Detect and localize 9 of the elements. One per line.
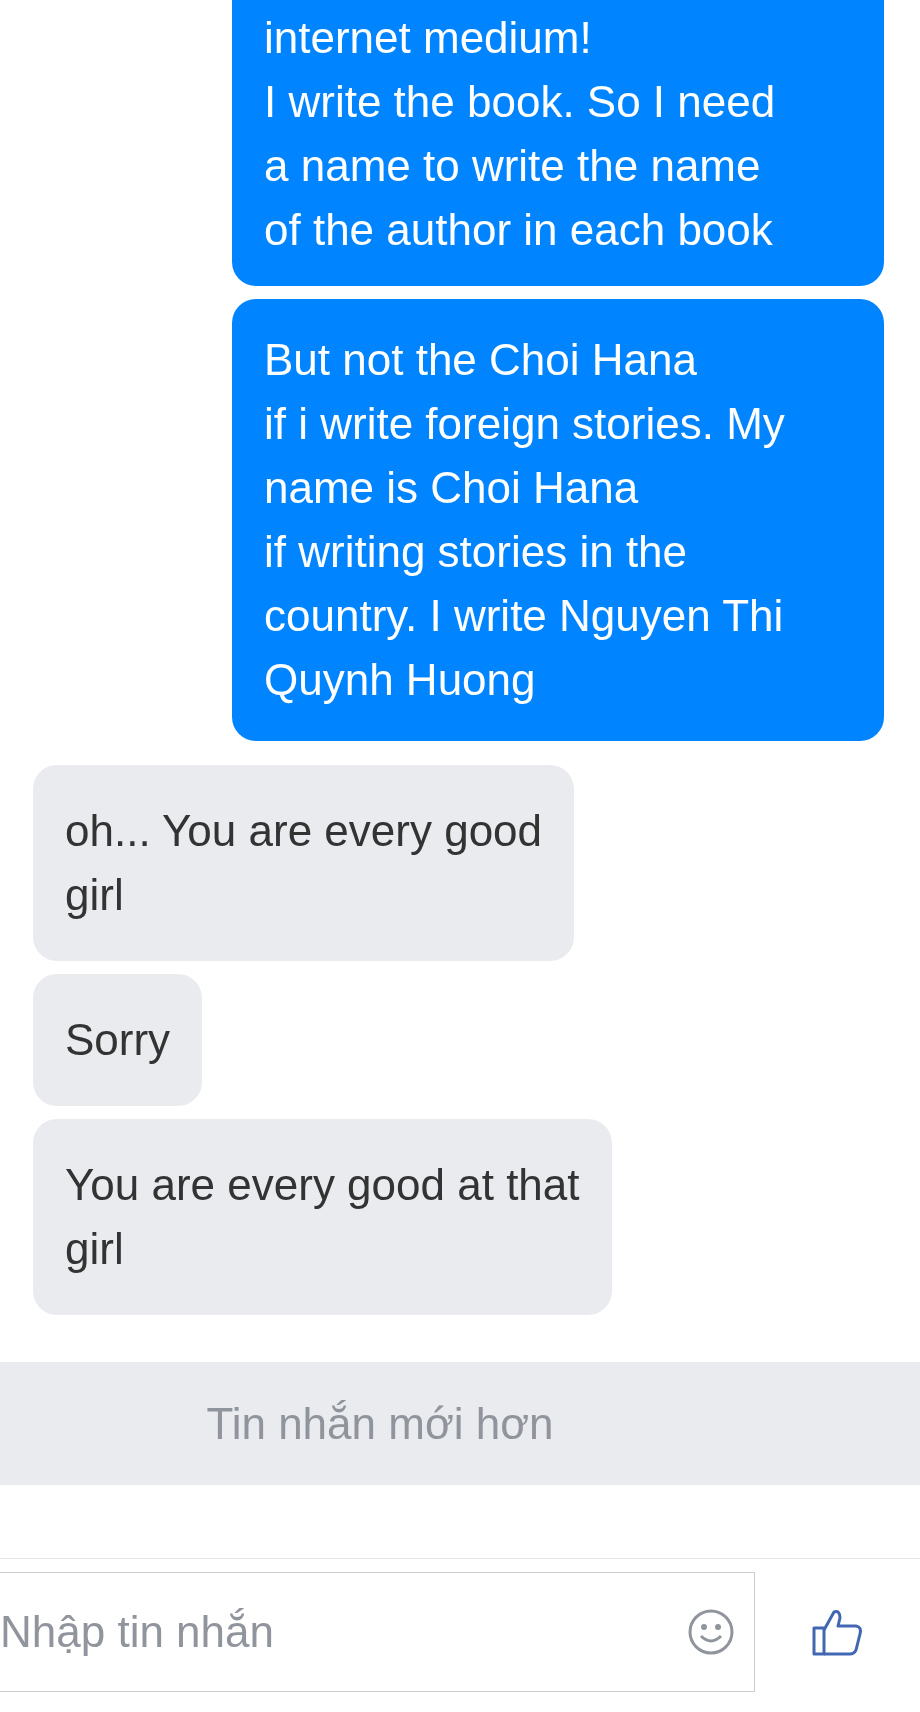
message-bubble: internet medium! I write the book. So I need a name to write the name of the author in each book [232, 0, 884, 286]
message-bubble: You are every good at that girl [33, 1119, 612, 1315]
message-bubble: oh... You are every good girl [33, 765, 575, 961]
smiley-icon[interactable] [687, 1608, 735, 1656]
message-bubble: But not the Choi Hana if i write foreign stories. My name is Choi Hana if writing stories in the country. I write Nguyen Thi Quynh Huong [232, 299, 884, 741]
message-bubble: Sorry [33, 974, 203, 1106]
message-input-field[interactable]: Nhập tin nhắn [0, 1572, 755, 1692]
thumbs-up-icon[interactable] [811, 1608, 864, 1656]
newer-messages-banner[interactable]: Tin nhắn mới hơn [0, 1362, 920, 1485]
